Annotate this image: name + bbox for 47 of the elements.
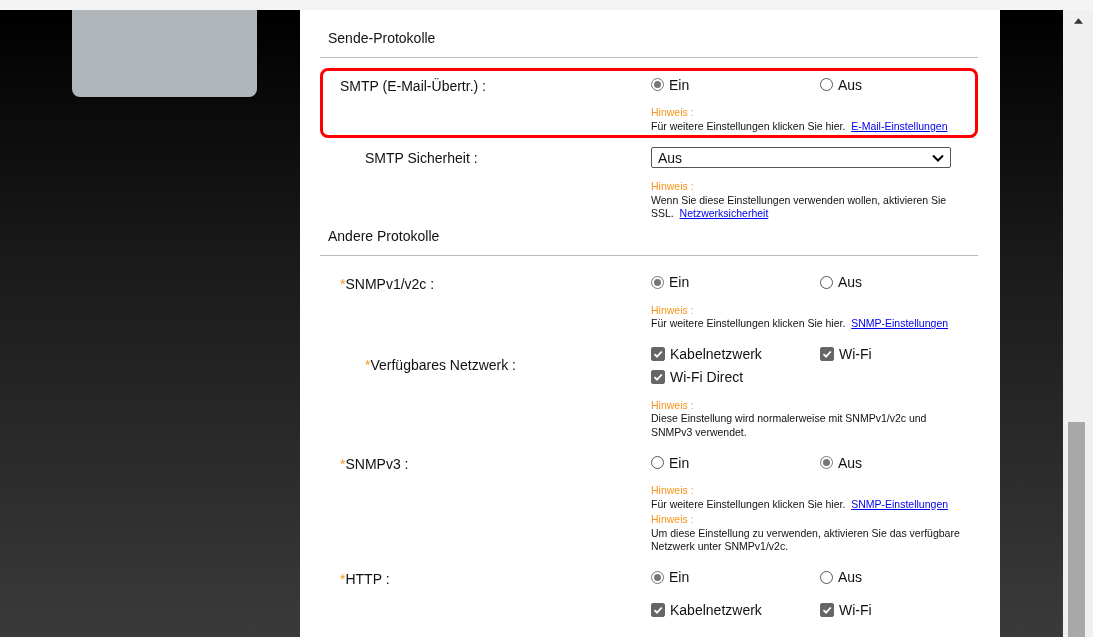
- hint-text: Wenn Sie diese Einstellungen verwenden wollen, aktivieren Sie SSL. Netzwerksicherheit: [651, 193, 948, 221]
- scrollbar[interactable]: [1063, 10, 1093, 637]
- checkbox-option[interactable]: Wi-Fi Direct: [651, 367, 820, 387]
- field-label: *Verfügbares Netzwerk :: [365, 356, 516, 373]
- checkmark-icon: [821, 348, 833, 360]
- settings-link[interactable]: SNMP-Einstellungen: [851, 497, 949, 510]
- hint-text: Für weitere Einstellungen klicken Sie hier. E-Mail-Einstellungen: [651, 119, 949, 133]
- chevron-icon: [932, 153, 944, 162]
- hint-text: Diese Einstellung wird normalerweise mit SNMPv1/v2c und SNMPv3 verwendet.: [651, 412, 928, 439]
- radio-option[interactable]: Aus: [820, 567, 970, 587]
- settings-link[interactable]: E-Mail-Einstellungen: [851, 119, 948, 132]
- hint-text: Für weitere Einstellungen klicken Sie hier. SNMP-Einstellungen: [651, 497, 950, 511]
- field-label: *SNMPv1/v2c :: [340, 275, 435, 292]
- radio-option[interactable]: Aus: [820, 272, 970, 292]
- checkmark-icon: [652, 348, 664, 360]
- checkbox-option[interactable]: Wi-Fi: [820, 600, 970, 620]
- scroll-up-icon[interactable]: [1074, 18, 1083, 24]
- checkmark-icon: [821, 604, 833, 616]
- checkbox-option[interactable]: Kabelnetzwerk: [651, 344, 820, 364]
- scroll-thumb[interactable]: [1068, 422, 1085, 637]
- section-title: Sende-Protokolle: [327, 30, 437, 48]
- hint-label: Hinweis :: [651, 513, 695, 527]
- radio-option[interactable]: Aus: [820, 453, 970, 472]
- field-label: SMTP Sicherheit :: [365, 150, 478, 166]
- dropdown[interactable]: Aus: [651, 147, 951, 168]
- field-label: SMTP (E-Mail-Übertr.) :: [340, 78, 486, 94]
- radio-option[interactable]: Ein: [651, 453, 820, 472]
- hint-label: Hinweis :: [651, 398, 695, 412]
- radio-option[interactable]: Ein: [651, 272, 820, 292]
- hint-text: Um diese Einstellung zu verwenden, aktivieren Sie das verfügbare Netzwerk unter SNMPv1/v2c.: [651, 526, 961, 554]
- checkmark-icon: [652, 371, 664, 383]
- radio-option[interactable]: Ein: [651, 567, 820, 587]
- section-title: Andere Protokolle: [327, 227, 441, 246]
- hint-label: Hinweis :: [651, 484, 695, 498]
- field-label: *HTTP :: [340, 570, 390, 587]
- radio-option[interactable]: Ein: [651, 75, 820, 94]
- hint-label: Hinweis :: [651, 303, 695, 317]
- field-label: *SNMPv3 :: [340, 456, 409, 472]
- hint-label: Hinweis :: [651, 180, 695, 194]
- checkbox-option[interactable]: Wi-Fi: [820, 344, 970, 364]
- settings-link[interactable]: Netzwerksicherheit: [679, 207, 769, 219]
- hint-text: Für weitere Einstellungen klicken Sie hier. SNMP-Einstellungen: [651, 317, 950, 331]
- checkmark-icon: [652, 604, 664, 616]
- settings-link[interactable]: SNMP-Einstellungen: [851, 317, 949, 329]
- radio-option[interactable]: Aus: [820, 75, 970, 94]
- checkbox-option[interactable]: Kabelnetzwerk: [651, 600, 820, 620]
- hint-label: Hinweis :: [651, 106, 695, 120]
